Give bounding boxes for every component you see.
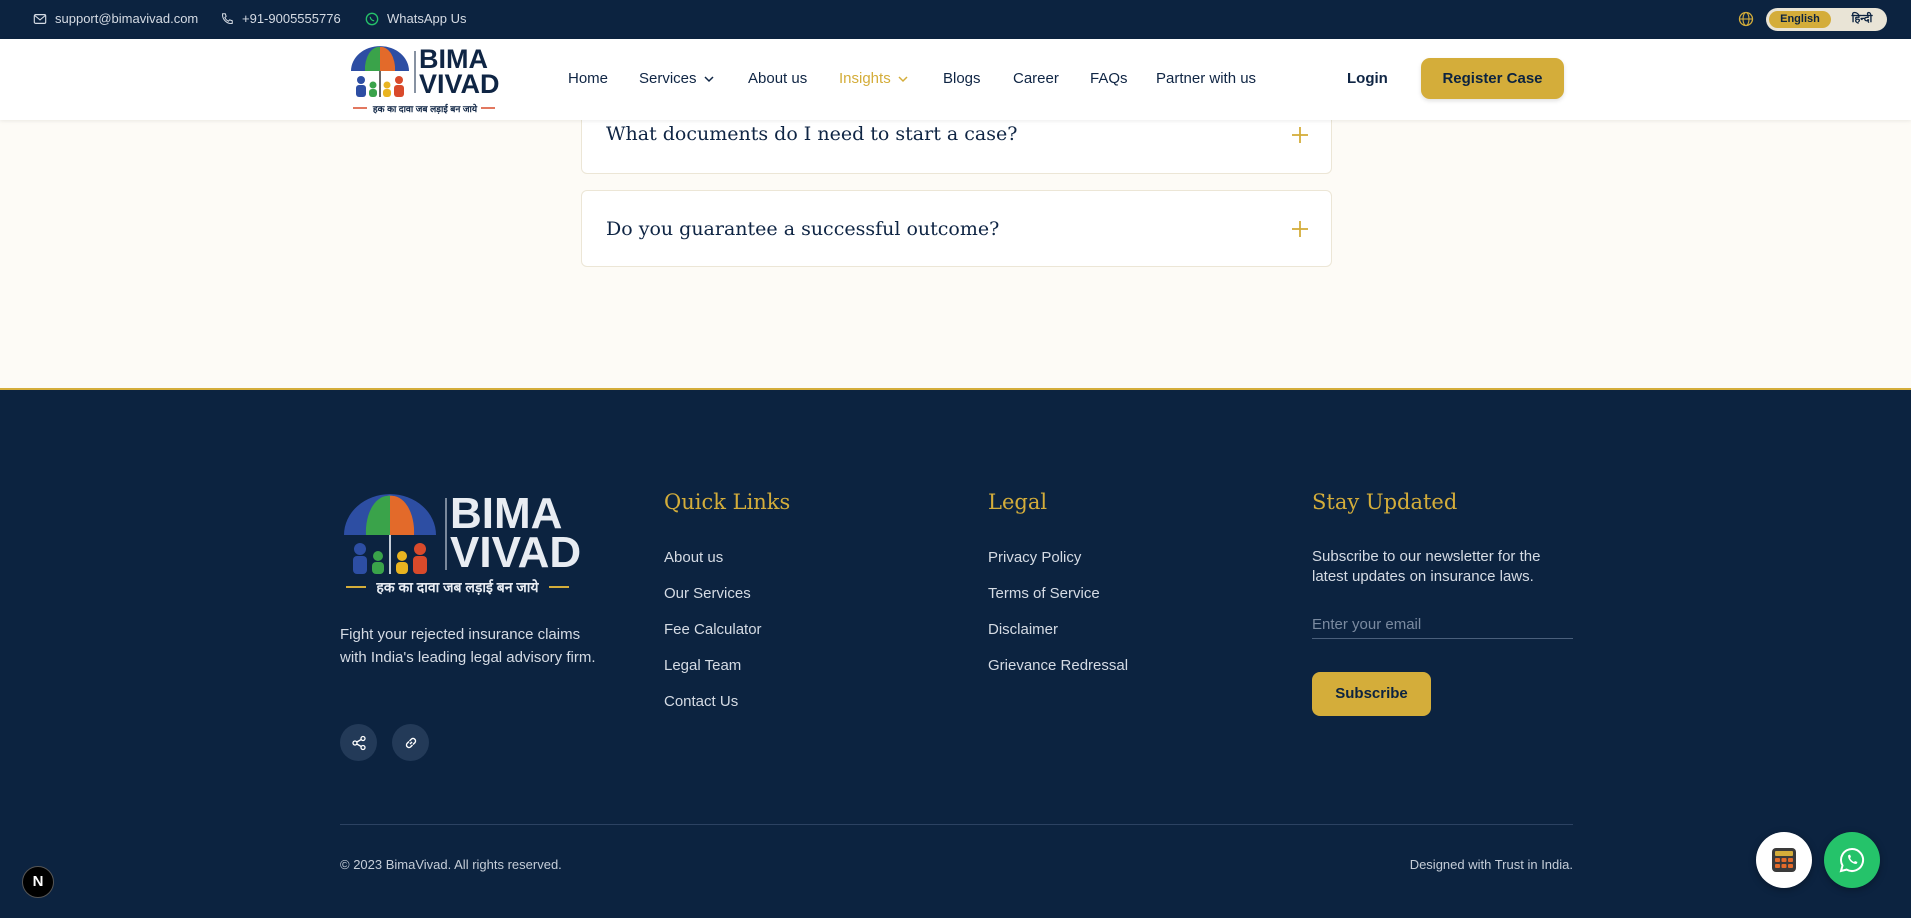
footer: BIMA VIVAD हक का दावा जब लड़ाई बन जाये F… — [0, 388, 1911, 918]
whatsapp-icon — [1839, 847, 1864, 873]
chevron-down-icon — [704, 75, 714, 82]
faq-question: What documents do I need to start a case… — [606, 123, 1018, 145]
plus-icon[interactable] — [1291, 220, 1309, 238]
plus-icon[interactable] — [1291, 126, 1309, 144]
calculator-fab[interactable] — [1756, 832, 1812, 888]
footer-link-services[interactable]: Our Services — [664, 585, 751, 602]
nav-blogs-label: Blogs — [943, 70, 981, 87]
footer-link-fee-calculator[interactable]: Fee Calculator — [664, 621, 762, 638]
subscribe-button[interactable]: Subscribe — [1312, 672, 1431, 716]
nav-home-label: Home — [568, 70, 609, 87]
nav-home[interactable]: Home — [568, 70, 608, 87]
main-nav: BIMA VIVAD हक का दावा जब लड़ाई बन जाये H… — [0, 39, 1911, 120]
whatsapp-link[interactable]: WhatsApp Us — [365, 11, 466, 26]
logo-tagline: हक का दावा जब लड़ाई बन जाये — [372, 104, 478, 114]
nav-faqs[interactable]: FAQs — [1090, 70, 1128, 87]
newsletter-heading: Stay Updated — [1312, 490, 1458, 514]
nav-insights-label: Insights — [839, 70, 891, 87]
footer-link-disclaimer[interactable]: Disclaimer — [988, 621, 1058, 638]
logo-line-2: VIVAD — [450, 528, 582, 577]
nav-partner[interactable]: Partner with us — [1156, 70, 1256, 87]
globe-icon — [1738, 11, 1754, 27]
next-dev-badge[interactable]: N — [22, 866, 54, 898]
phone-text: +91-9005555776 — [242, 11, 341, 26]
footer-link-legal-team[interactable]: Legal Team — [664, 657, 741, 674]
email-text: support@bimavivad.com — [55, 11, 199, 26]
whatsapp-text: WhatsApp Us — [387, 11, 467, 26]
language-toggle: English हिन्दी — [1766, 8, 1887, 31]
share-icon — [351, 735, 366, 750]
footer-link-contact[interactable]: Contact Us — [664, 693, 738, 710]
mail-icon — [33, 13, 47, 24]
chevron-down-icon — [898, 75, 908, 82]
nav-services[interactable]: Services — [639, 70, 715, 87]
nav-services-label: Services — [639, 70, 697, 87]
logo-wordmark: BIMA VIVAD — [419, 46, 500, 99]
nav-about-label: About us — [748, 70, 808, 87]
top-bar: support@bimavivad.com +91-9005555776 Wha… — [0, 0, 1911, 39]
calculator-icon — [1772, 848, 1796, 872]
footer-link-privacy[interactable]: Privacy Policy — [988, 549, 1081, 566]
nav-blogs[interactable]: Blogs — [943, 70, 981, 87]
nav-insights[interactable]: Insights — [839, 70, 909, 87]
footer-link-terms[interactable]: Terms of Service — [988, 585, 1100, 602]
whatsapp-fab[interactable] — [1824, 832, 1880, 888]
header-logo[interactable]: BIMA VIVAD हक का दावा जब लड़ाई बन जाये — [349, 45, 500, 115]
footer-logo-wordmark: BIMA VIVAD — [450, 492, 582, 577]
nav-faqs-label: FAQs — [1090, 70, 1128, 87]
designed-text: Designed with Trust in India. — [1409, 857, 1573, 872]
logo-line-2: VIVAD — [419, 69, 500, 99]
link-icon — [405, 737, 416, 748]
footer-link-about[interactable]: About us — [664, 549, 723, 566]
faq-question: Do you guarantee a successful outcome? — [606, 218, 1000, 240]
quick-links-heading: Quick Links — [664, 490, 791, 514]
legal-heading: Legal — [988, 490, 1048, 514]
register-case-button[interactable]: Register Case — [1421, 58, 1564, 99]
newsletter-text: Subscribe to our newsletter for the late… — [1312, 548, 1541, 585]
footer-logo[interactable]: BIMA VIVAD हक का दावा जब लड़ाई बन जाये — [340, 490, 581, 600]
share-button[interactable] — [340, 724, 377, 761]
login-link[interactable]: Login — [1347, 70, 1388, 87]
nav-about[interactable]: About us — [748, 70, 807, 87]
footer-logo-tagline: हक का दावा जब लड़ाई बन जाये — [376, 579, 539, 595]
link-button[interactable] — [392, 724, 429, 761]
faq-item[interactable]: Do you guarantee a successful outcome? — [581, 190, 1332, 267]
footer-divider — [340, 824, 1573, 825]
nav-career[interactable]: Career — [1013, 70, 1059, 87]
lang-hindi-option[interactable]: हिन्दी — [1842, 11, 1882, 28]
lang-english-option[interactable]: English — [1769, 11, 1831, 28]
whatsapp-icon — [365, 12, 379, 25]
nav-partner-label: Partner with us — [1156, 70, 1257, 87]
nav-career-label: Career — [1013, 70, 1059, 87]
newsletter-email-input[interactable] — [1312, 611, 1573, 639]
phone-contact[interactable]: +91-9005555776 — [220, 11, 341, 26]
copyright-text: © 2023 BimaVivad. All rights reserved. — [340, 857, 562, 872]
phone-icon — [222, 12, 233, 24]
footer-description: Fight your rejected insurance claims wit… — [340, 626, 596, 666]
footer-link-grievance[interactable]: Grievance Redressal — [988, 657, 1128, 674]
email-contact[interactable]: support@bimavivad.com — [33, 11, 198, 26]
